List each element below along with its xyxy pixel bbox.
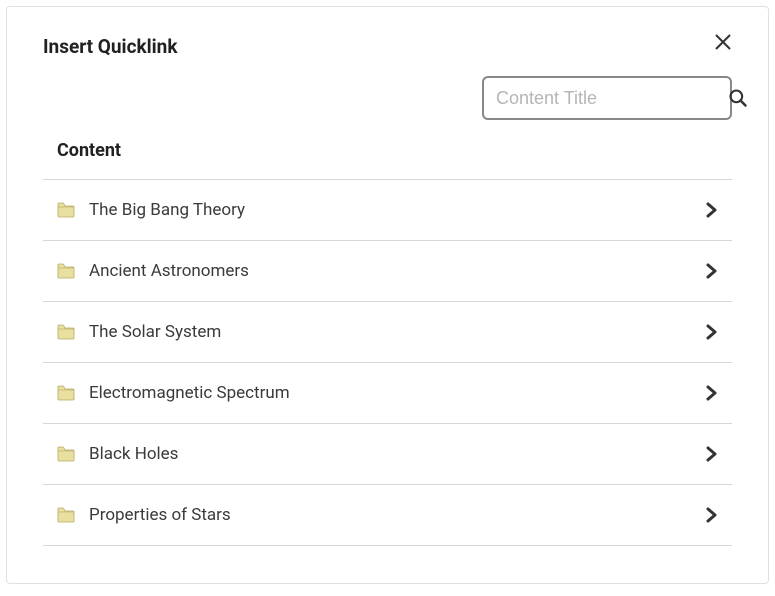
folder-icon — [57, 324, 75, 340]
folder-icon — [57, 263, 75, 279]
chevron-right-icon — [706, 263, 718, 279]
search-row — [43, 76, 732, 120]
item-label: Black Holes — [89, 444, 706, 464]
chevron-right-icon — [706, 446, 718, 462]
list-item[interactable]: Properties of Stars — [43, 485, 732, 546]
search-icon — [728, 88, 748, 108]
list-item[interactable]: The Solar System — [43, 302, 732, 363]
content-list: The Big Bang Theory Ancient Astronomers — [43, 180, 732, 546]
list-item[interactable]: Electromagnetic Spectrum — [43, 363, 732, 424]
list-item[interactable]: Black Holes — [43, 424, 732, 485]
item-label: The Big Bang Theory — [89, 200, 706, 220]
chevron-right-icon — [706, 324, 718, 340]
section-header: Content — [43, 140, 732, 180]
folder-icon — [57, 507, 75, 523]
dialog-title: Insert Quicklink — [43, 35, 177, 58]
dialog-header: Insert Quicklink — [43, 35, 732, 58]
folder-icon — [57, 446, 75, 462]
close-button[interactable] — [714, 33, 732, 55]
chevron-right-icon — [706, 507, 718, 523]
dialog: Insert Quicklink Content — [7, 7, 768, 556]
item-label: Ancient Astronomers — [89, 261, 706, 281]
search-box[interactable] — [482, 76, 732, 120]
item-label: Electromagnetic Spectrum — [89, 383, 706, 403]
item-label: Properties of Stars — [89, 505, 706, 525]
folder-icon — [57, 202, 75, 218]
item-label: The Solar System — [89, 322, 706, 342]
dialog-frame: Insert Quicklink Content — [6, 6, 769, 584]
list-item[interactable]: Ancient Astronomers — [43, 241, 732, 302]
chevron-right-icon — [706, 202, 718, 218]
close-icon — [714, 33, 732, 51]
search-input[interactable] — [496, 88, 728, 109]
chevron-right-icon — [706, 385, 718, 401]
list-item[interactable]: The Big Bang Theory — [43, 180, 732, 241]
folder-icon — [57, 385, 75, 401]
